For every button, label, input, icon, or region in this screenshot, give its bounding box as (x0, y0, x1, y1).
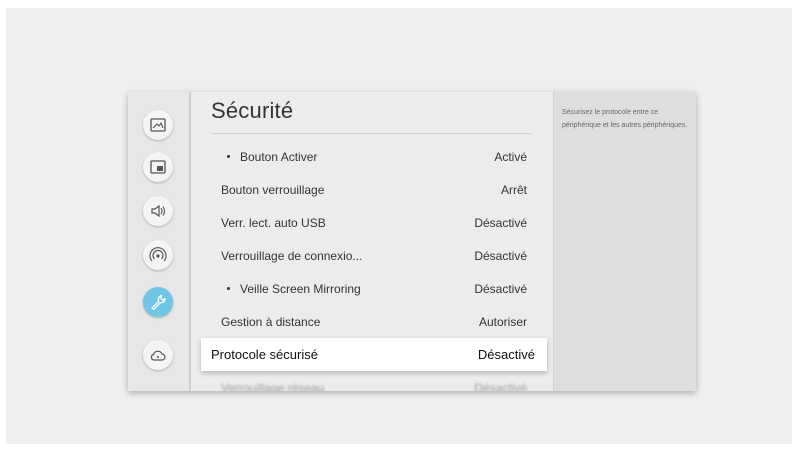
setting-value: Désactivé (474, 380, 527, 392)
setting-protocole-securise[interactable]: Protocole sécurisé Désactivé (201, 338, 547, 371)
setting-label: Protocole sécurisé (211, 347, 318, 362)
setting-label: Bouton verrouillage (221, 182, 325, 197)
picture-in-picture-icon[interactable] (143, 152, 173, 182)
setting-value: Désactivé (477, 347, 535, 362)
sub-item-bullet-icon (227, 287, 230, 290)
setting-gestion-a-distance[interactable]: Gestion à distance Autoriser (191, 305, 553, 338)
setting-label: Verrouillage de connexio... (221, 248, 363, 263)
wrench-icon[interactable] (143, 287, 173, 317)
screen-frame: Sécurité Bouton Activer Activé Bouton ve… (6, 8, 792, 444)
setting-verrouillage-reseau[interactable]: Verrouillage réseau Désactivé (191, 371, 553, 392)
sound-icon[interactable] (143, 196, 173, 226)
setting-value: Activé (494, 149, 527, 164)
help-text: Sécurisez le protocole entre ce périphér… (562, 109, 688, 129)
setting-verr-lect-auto-usb[interactable]: Verr. lect. auto USB Désactivé (191, 206, 553, 239)
title-divider (211, 133, 531, 134)
setting-value: Autoriser (478, 314, 527, 329)
settings-list: Bouton Activer Activé Bouton verrouillag… (191, 140, 553, 391)
network-icon[interactable] (143, 240, 173, 270)
setting-value: Désactivé (474, 281, 527, 296)
setting-label: Veille Screen Mirroring (240, 281, 361, 296)
settings-list-panel: Sécurité Bouton Activer Activé Bouton ve… (191, 92, 553, 391)
sub-item-bullet-icon (227, 155, 230, 158)
setting-verrouillage-connexion[interactable]: Verrouillage de connexio... Désactivé (191, 239, 553, 272)
setting-bouton-verrouillage[interactable]: Bouton verrouillage Arrêt (191, 173, 553, 206)
settings-window: Sécurité Bouton Activer Activé Bouton ve… (128, 92, 696, 391)
setting-label: Gestion à distance (221, 314, 321, 329)
cloud-support-icon[interactable] (143, 340, 173, 370)
setting-bouton-activer[interactable]: Bouton Activer Activé (191, 140, 553, 173)
setting-value: Arrêt (500, 182, 527, 197)
setting-value: Désactivé (474, 248, 527, 263)
page-title: Sécurité (211, 98, 294, 123)
setting-label: Verrouillage réseau (221, 380, 325, 392)
setting-label: Bouton Activer (240, 149, 318, 164)
setting-label: Verr. lect. auto USB (221, 215, 326, 230)
setting-veille-screen-mirroring[interactable]: Veille Screen Mirroring Désactivé (191, 272, 553, 305)
setting-value: Désactivé (474, 215, 527, 230)
picture-icon[interactable] (143, 110, 173, 140)
help-panel: Sécurisez le protocole entre ce périphér… (553, 92, 696, 391)
sidebar (128, 92, 191, 391)
